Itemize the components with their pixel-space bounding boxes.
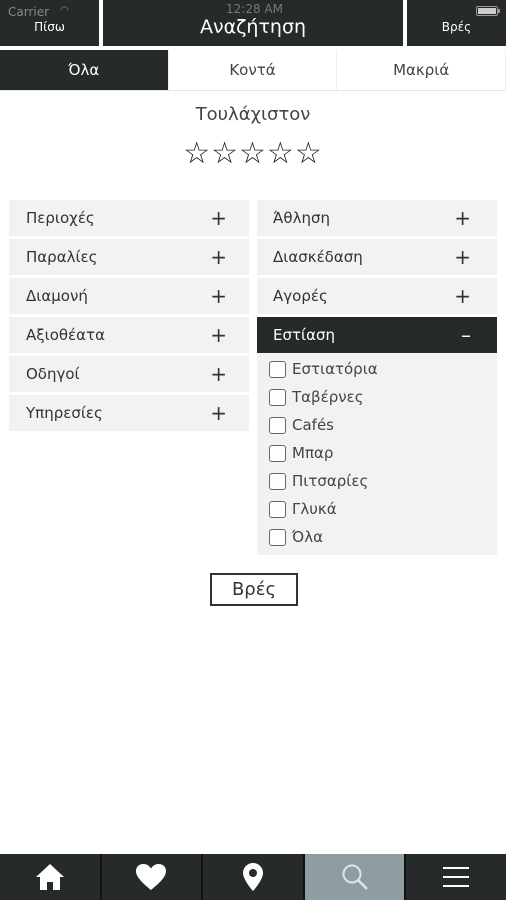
checkbox[interactable] xyxy=(269,360,286,378)
rating-label: Τουλάχιστον xyxy=(195,104,311,125)
option-bars[interactable]: Μπαρ xyxy=(269,439,497,467)
status-carrier: Carrier xyxy=(8,5,50,19)
find-button[interactable]: Βρές xyxy=(210,573,298,606)
checkbox[interactable] xyxy=(269,500,286,518)
wifi-icon: ◠ xyxy=(60,5,69,16)
category-services[interactable]: Υπηρεσίες + xyxy=(9,395,249,431)
search-icon xyxy=(342,864,368,890)
map-pin-icon xyxy=(242,863,263,891)
checkbox[interactable] xyxy=(269,444,286,462)
category-label: Παραλίες xyxy=(26,248,98,266)
expand-icon: + xyxy=(210,401,227,425)
category-label: Εστίαση xyxy=(273,326,335,344)
checkbox[interactable] xyxy=(269,388,286,406)
option-cafes[interactable]: Cafés xyxy=(269,411,497,439)
battery-icon xyxy=(476,6,500,16)
star-rating[interactable]: ☆☆☆☆☆ xyxy=(0,136,506,171)
menu-icon xyxy=(443,867,470,887)
category-list-right: Άθληση + Διασκέδαση + Αγορές + Εστίαση –… xyxy=(257,200,497,555)
expand-icon: + xyxy=(454,245,471,269)
nav-favorites[interactable] xyxy=(101,854,204,900)
back-button-label: Πίσω xyxy=(34,20,65,34)
option-label: Cafés xyxy=(292,416,334,434)
distance-tabs: Όλα Κοντά Μακριά xyxy=(0,50,506,91)
option-label: Εστιατόρια xyxy=(292,360,378,378)
option-label: Όλα xyxy=(292,528,323,546)
dining-options: Εστιατόρια Ταβέρνες Cafés Μπαρ Πιτσαρίες… xyxy=(257,353,497,555)
category-label: Υπηρεσίες xyxy=(26,404,103,422)
category-areas[interactable]: Περιοχές + xyxy=(9,200,249,236)
page-title: Αναζήτηση xyxy=(199,16,307,38)
heart-icon xyxy=(136,864,167,890)
expand-icon: + xyxy=(454,284,471,308)
checkbox[interactable] xyxy=(269,528,286,546)
tab-near[interactable]: Κοντά xyxy=(168,50,338,90)
category-label: Περιοχές xyxy=(26,209,95,227)
nav-map[interactable] xyxy=(203,854,305,900)
category-label: Διαμονή xyxy=(26,287,88,305)
category-dining[interactable]: Εστίαση – xyxy=(257,317,497,353)
option-sweets[interactable]: Γλυκά xyxy=(269,495,497,523)
option-label: Πιτσαρίες xyxy=(292,472,369,490)
category-list-left: Περιοχές + Παραλίες + Διαμονή + Αξιοθέατ… xyxy=(9,200,249,434)
option-label: Γλυκά xyxy=(292,500,337,518)
category-beaches[interactable]: Παραλίες + xyxy=(9,239,249,275)
category-guides[interactable]: Οδηγοί + xyxy=(9,356,249,392)
bottom-nav xyxy=(0,854,506,900)
category-shopping[interactable]: Αγορές + xyxy=(257,278,497,314)
option-taverns[interactable]: Ταβέρνες xyxy=(269,383,497,411)
category-sports[interactable]: Άθληση + xyxy=(257,200,497,236)
option-pizzerias[interactable]: Πιτσαρίες xyxy=(269,467,497,495)
expand-icon: + xyxy=(454,206,471,230)
nav-home[interactable] xyxy=(0,854,102,900)
tab-far[interactable]: Μακριά xyxy=(337,50,506,90)
expand-icon: + xyxy=(210,323,227,347)
home-icon xyxy=(35,864,64,890)
header-find-label: Βρές xyxy=(441,20,472,34)
checkbox[interactable] xyxy=(269,416,286,434)
option-label: Ταβέρνες xyxy=(292,388,364,406)
category-label: Διασκέδαση xyxy=(273,248,363,266)
expand-icon: + xyxy=(210,206,227,230)
option-restaurants[interactable]: Εστιατόρια xyxy=(269,355,497,383)
collapse-icon: – xyxy=(461,323,471,347)
expand-icon: + xyxy=(210,284,227,308)
category-label: Αξιοθέατα xyxy=(26,326,105,344)
expand-icon: + xyxy=(210,362,227,386)
category-accommodation[interactable]: Διαμονή + xyxy=(9,278,249,314)
option-all[interactable]: Όλα xyxy=(269,523,497,551)
category-entertainment[interactable]: Διασκέδαση + xyxy=(257,239,497,275)
expand-icon: + xyxy=(210,245,227,269)
top-bar: Πίσω Αναζήτηση Βρές Carrier ◠ 12:28 AM xyxy=(0,0,506,48)
checkbox[interactable] xyxy=(269,472,286,490)
nav-search[interactable] xyxy=(304,854,407,900)
status-time: 12:28 AM xyxy=(226,2,283,16)
category-sights[interactable]: Αξιοθέατα + xyxy=(9,317,249,353)
option-label: Μπαρ xyxy=(292,444,334,462)
tab-all[interactable]: Όλα xyxy=(0,50,169,90)
category-label: Οδηγοί xyxy=(26,365,80,383)
category-label: Αγορές xyxy=(273,287,328,305)
nav-menu[interactable] xyxy=(406,854,506,900)
category-label: Άθληση xyxy=(273,209,330,227)
